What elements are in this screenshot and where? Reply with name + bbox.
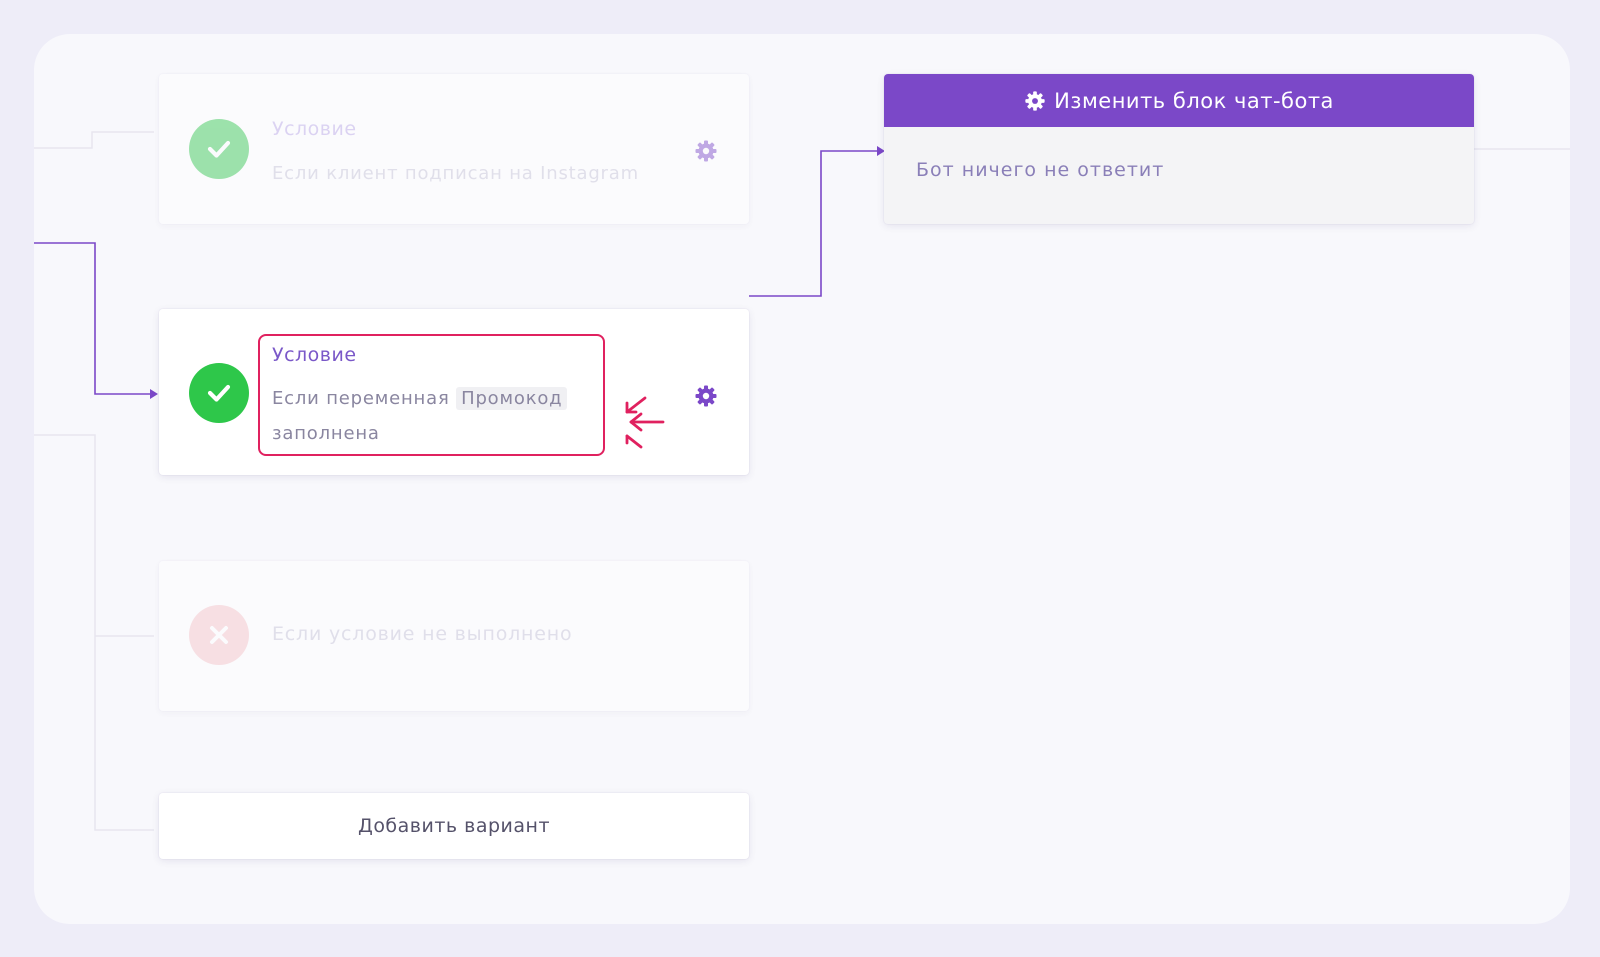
bot-block[interactable]: Изменить блок чат-бота Бот ничего не отв… [884,74,1474,224]
attention-arrows-icon [625,396,665,449]
condition-title: Условие [272,118,357,140]
check-icon [207,140,231,158]
add-variant-button[interactable]: Добавить вариант [159,793,749,859]
status-success [189,363,249,423]
condition-card-instagram[interactable]: Условие Если клиент подписан на Instagra… [159,74,749,224]
bot-block-body: Бот ничего не ответит [916,159,1165,181]
condition-text: Если условие не выполнено [272,623,573,645]
flow-canvas: Условие Если клиент подписан на Instagra… [34,34,1570,924]
gear-icon[interactable] [694,384,718,408]
bot-block-header[interactable]: Изменить блок чат-бота [884,74,1474,127]
gear-icon [1025,90,1045,111]
check-icon [207,384,231,402]
condition-text-suffix: заполнена [272,423,380,444]
condition-card-else[interactable]: Если условие не выполнено [159,561,749,711]
condition-text: Если переменная Промокод заполнена [272,381,568,451]
cross-icon [210,626,228,644]
status-fail [189,605,249,665]
condition-text: Если клиент подписан на Instagram [272,163,639,184]
condition-title: Условие [272,344,357,366]
variable-chip: Промокод [456,387,568,410]
condition-text-prefix: Если переменная [272,388,450,409]
status-success [189,119,249,179]
bot-block-title: Изменить блок чат-бота [1054,88,1334,113]
gear-icon[interactable] [694,139,718,163]
